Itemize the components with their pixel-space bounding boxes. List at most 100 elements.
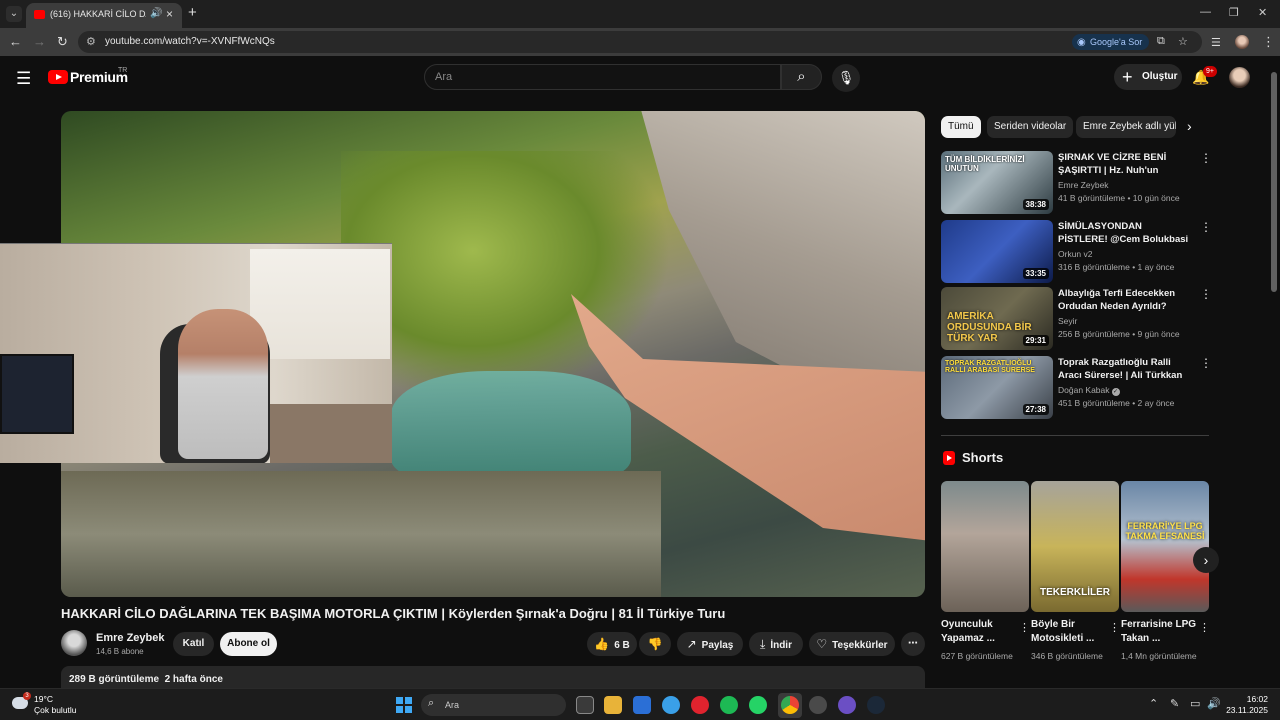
chevron-right-icon[interactable]: › <box>1193 547 1219 573</box>
create-button[interactable]: + Oluştur <box>1114 64 1182 90</box>
short-item[interactable]: Oyunculuk Yapamaz ... 627 B görüntüleme … <box>941 481 1030 681</box>
reading-list-icon[interactable]: ☰ <box>1211 36 1221 49</box>
video-title[interactable]: Toprak Razgatlıoğlu Ralli Aracı Sürerse!… <box>1058 356 1192 382</box>
search-icon[interactable]: ⌕ <box>781 64 822 90</box>
steam-icon[interactable] <box>867 696 885 714</box>
google-ask-button[interactable]: ◉ Google'a Sor <box>1072 34 1150 50</box>
channel-name[interactable]: Orkun v2 <box>1058 249 1093 259</box>
weather-description[interactable]: Çok bulutlu <box>34 705 77 715</box>
opera-icon[interactable] <box>691 696 709 714</box>
video-thumbnail[interactable]: TOPRAK RAZGATLIOĞLU RALLİ ARABASI SÜRERS… <box>941 356 1053 419</box>
video-meta: 41 B görüntüleme • 10 gün önce <box>1058 193 1180 203</box>
whatsapp-icon[interactable] <box>749 696 767 714</box>
file-explorer-icon[interactable] <box>604 696 622 714</box>
hamburger-menu-icon[interactable]: ☰ <box>16 69 31 89</box>
join-button[interactable]: Katıl <box>173 632 214 656</box>
bookmark-star-icon[interactable]: ☆ <box>1178 35 1188 48</box>
chevron-up-icon[interactable]: ⌃ <box>1149 697 1158 710</box>
profile-icon[interactable] <box>1235 35 1249 49</box>
kebab-menu-icon[interactable]: ⋮ <box>1200 151 1212 165</box>
list-item[interactable]: TOPRAK RAZGATLIOĞLU RALLİ ARABASI SÜRERS… <box>941 356 1212 420</box>
channel-name[interactable]: Emre Zeybek <box>1058 180 1109 190</box>
kebab-menu-icon[interactable]: ⋮ <box>1019 621 1030 634</box>
chip-all[interactable]: Tümü <box>941 116 981 138</box>
chrome-icon[interactable] <box>781 696 799 714</box>
short-thumbnail[interactable] <box>941 481 1029 612</box>
chip-series[interactable]: Seriden videolar <box>987 116 1074 138</box>
volume-icon[interactable]: 🔊 <box>1207 697 1221 710</box>
video-meta: 451 B görüntüleme • 2 ay önce <box>1058 398 1175 408</box>
list-item[interactable]: AMERİKA ORDUSUNDA BİR TÜRK YAR 29:31 Alb… <box>941 287 1212 351</box>
subscribe-button[interactable]: Abone ol <box>220 632 277 656</box>
youtube-logo-icon[interactable] <box>48 70 68 84</box>
kebab-menu-icon[interactable]: ⋮ <box>1200 287 1212 301</box>
speaker-icon[interactable]: 🔊 <box>150 8 162 19</box>
windows-start-icon[interactable] <box>396 697 412 713</box>
short-thumbnail[interactable]: TEKERKLİLER <box>1031 481 1119 612</box>
channel-name[interactable]: Seyir <box>1058 316 1077 326</box>
video-thumbnail[interactable]: AMERİKA ORDUSUNDA BİR TÜRK YAR 29:31 <box>941 287 1053 350</box>
avatar[interactable] <box>1229 67 1250 88</box>
app-gray-icon[interactable] <box>809 696 827 714</box>
video-title[interactable]: Albaylığa Terfi Edecekken Ordudan Neden … <box>1058 287 1192 313</box>
short-item[interactable]: TEKERKLİLER Böyle Bir Motosikleti ... 34… <box>1031 481 1120 681</box>
window-close-icon[interactable]: ✕ <box>1258 6 1267 19</box>
omnibox[interactable]: ⚙ youtube.com/watch?v=-XVNFfWcNQs ◉ Goog… <box>78 31 1202 53</box>
search-input[interactable] <box>425 65 780 89</box>
video-title[interactable]: SİMÜLASYONDAN PİSTLERE! @Cem Bolukbasi i… <box>1058 220 1192 246</box>
spotify-icon[interactable] <box>720 696 738 714</box>
minimize-icon[interactable]: — <box>1200 6 1211 18</box>
video-thumbnail[interactable]: 33:35 <box>941 220 1053 283</box>
page-scrollbar[interactable] <box>1271 62 1278 682</box>
display-icon[interactable]: ▭ <box>1190 697 1200 710</box>
taskbar-search[interactable]: ⌕ Ara <box>421 694 566 716</box>
tab-search-icon[interactable]: ⌄ <box>6 6 22 22</box>
short-title[interactable]: Oyunculuk Yapamaz ... <box>941 618 1017 646</box>
list-item[interactable]: 33:35 SİMÜLASYONDAN PİSTLERE! @Cem Boluk… <box>941 220 1212 284</box>
thanks-button[interactable]: ♡ Teşekkürler <box>809 632 895 656</box>
ms-store-icon[interactable] <box>633 696 651 714</box>
short-item[interactable]: FERRARİ'YE LPG TAKMA EFSANESİ Ferrarisin… <box>1121 481 1210 681</box>
browser-tab[interactable]: (616) HAKKARİ CİLO DAĞLA 🔊 × <box>26 3 182 28</box>
kebab-menu-icon[interactable]: ⋮ <box>1262 34 1275 50</box>
short-thumbnail[interactable]: FERRARİ'YE LPG TAKMA EFSANESİ <box>1121 481 1209 612</box>
more-actions-button[interactable]: ⋯ <box>901 632 925 656</box>
channel-name[interactable]: Emre Zeybek <box>96 632 164 644</box>
scrollbar-thumb[interactable] <box>1271 72 1277 292</box>
kebab-menu-icon[interactable]: ⋮ <box>1200 220 1212 234</box>
install-icon[interactable]: ⧉ <box>1157 35 1165 48</box>
like-button[interactable]: 👍 6 B <box>587 632 637 656</box>
download-button[interactable]: ⤓ İndir <box>749 632 803 656</box>
site-info-icon[interactable]: ⚙ <box>86 35 96 48</box>
clock-date[interactable]: 23.11.2025 <box>1222 705 1268 715</box>
short-title[interactable]: Ferrarisine LPG Takan ... <box>1121 618 1197 646</box>
list-item[interactable]: TÜM BİLDİKLERİNİZİ UNUTUN 38:38 ŞIRNAK V… <box>941 151 1212 215</box>
app-purple-icon[interactable] <box>838 696 856 714</box>
video-title[interactable]: ŞIRNAK VE CİZRE BENİ ŞAŞIRTTI | Hz. Nuh'… <box>1058 151 1192 177</box>
channel-avatar[interactable] <box>61 630 87 656</box>
share-button[interactable]: ↗ Paylaş <box>677 632 743 656</box>
chevron-right-icon[interactable]: › <box>1187 118 1192 134</box>
video-thumbnail[interactable]: TÜM BİLDİKLERİNİZİ UNUTUN 38:38 <box>941 151 1053 214</box>
url-text[interactable]: youtube.com/watch?v=-XVNFfWcNQs <box>105 36 275 47</box>
new-tab-icon[interactable]: + <box>188 4 197 21</box>
clock-time[interactable]: 16:02 <box>1246 694 1268 704</box>
forward-icon[interactable]: → <box>33 34 46 49</box>
reload-icon[interactable]: ↻ <box>57 34 68 50</box>
app-blue-icon[interactable] <box>662 696 680 714</box>
channel-name[interactable]: Doğan Kabak ✓ <box>1058 385 1120 396</box>
kebab-menu-icon[interactable]: ⋮ <box>1199 621 1210 634</box>
chip-channel-uploads[interactable]: Emre Zeybek adlı yük <box>1076 116 1176 138</box>
pen-icon[interactable]: ✎ <box>1170 697 1179 710</box>
restore-icon[interactable]: ❐ <box>1229 6 1239 19</box>
kebab-menu-icon[interactable]: ⋮ <box>1109 621 1120 634</box>
dislike-button[interactable]: 👎 <box>639 632 671 656</box>
short-title[interactable]: Böyle Bir Motosikleti ... <box>1031 618 1107 646</box>
microphone-icon[interactable]: 🎙 <box>832 64 860 92</box>
back-icon[interactable]: ← <box>9 34 22 49</box>
temperature[interactable]: 19°C <box>34 694 53 704</box>
close-icon[interactable]: × <box>166 7 173 21</box>
video-stones <box>61 471 661 597</box>
kebab-menu-icon[interactable]: ⋮ <box>1200 356 1212 370</box>
task-view-icon[interactable] <box>576 696 594 714</box>
